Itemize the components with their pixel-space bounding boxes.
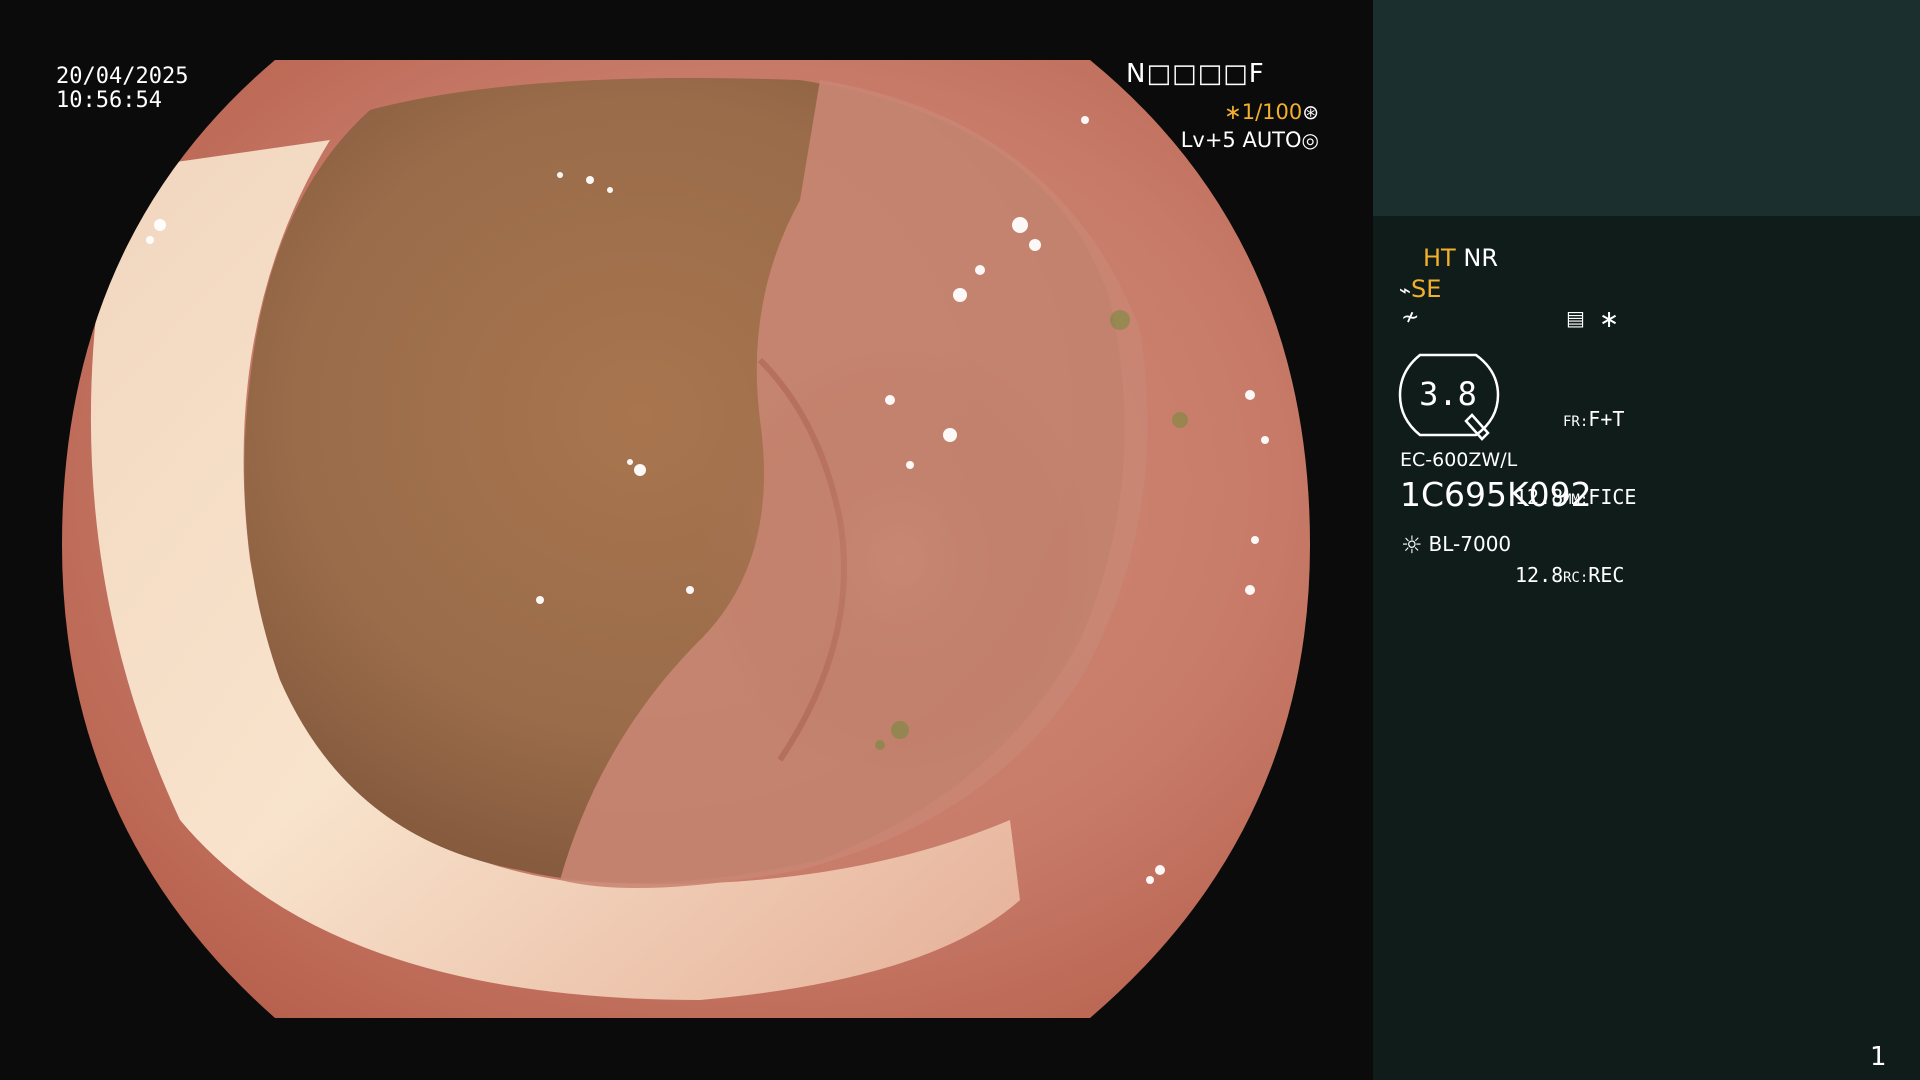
shutter-value: ∗1/100 (1224, 100, 1303, 124)
se-indicator: SE (1411, 275, 1442, 303)
endoscope-viewport: 20/04/2025 10:56:54 N□□□□F ∗1/100⊛ Lv+5 … (0, 0, 1373, 1080)
sidebar-header-panel (1373, 0, 1920, 216)
stat-row-fr: FR:F+T (1515, 406, 1636, 432)
structure-enhancement: ⌁SE (1399, 275, 1441, 303)
level-value: Lv+5 AUTO (1180, 128, 1302, 152)
mode-indicators: HT NR (1423, 244, 1498, 272)
asterisk-icon: ∗ (1599, 305, 1620, 333)
exam-time: 10:56:54 (56, 88, 162, 113)
scope-model: EC-600ZW/L (1400, 449, 1518, 471)
stat-value: FICE (1588, 485, 1637, 509)
status-sidebar: HT NR ⌁SE ≁ ▤ ∗ 3.8 FR:F+T 12.8MM:FICE 1… (1373, 0, 1920, 1080)
light-source: ☼ BL-7000 (1401, 531, 1511, 559)
stat-value: REC (1588, 563, 1625, 587)
light-source-label: BL-7000 (1428, 532, 1512, 556)
ht-indicator: HT (1423, 244, 1456, 272)
stat-key: FR: (1563, 414, 1589, 430)
menu-icon: ▤ (1566, 306, 1585, 330)
auto-iris-icon: ◎ (1301, 128, 1319, 152)
endoscopic-image (62, 60, 1310, 1018)
stat-value: F+T (1588, 407, 1625, 431)
stat-row-rc: 12.8RC:REC (1515, 562, 1636, 588)
stat-number: 12.8 (1515, 563, 1564, 587)
shutter-speed: ∗1/100⊛ (1224, 99, 1319, 125)
patient-code: N□□□□F (1126, 59, 1265, 89)
enhancement-icon: ⌁ (1399, 278, 1412, 302)
image-counter: 1 (1870, 1042, 1887, 1072)
exam-date: 20/04/2025 (56, 64, 189, 89)
zoom-value: 3.8 (1419, 375, 1477, 413)
nr-indicator: NR (1463, 244, 1498, 272)
light-source-icon: ☼ (1401, 531, 1423, 559)
color-enhance-icon: ≁ (1401, 305, 1420, 330)
brightness-level: Lv+5 AUTO◎ (1181, 127, 1319, 153)
shutter-icon: ⊛ (1302, 100, 1319, 124)
stat-key: RC: (1563, 570, 1589, 586)
zoom-badge: 3.8 (1398, 351, 1508, 441)
scope-serial: 1C695K092 (1400, 475, 1592, 514)
